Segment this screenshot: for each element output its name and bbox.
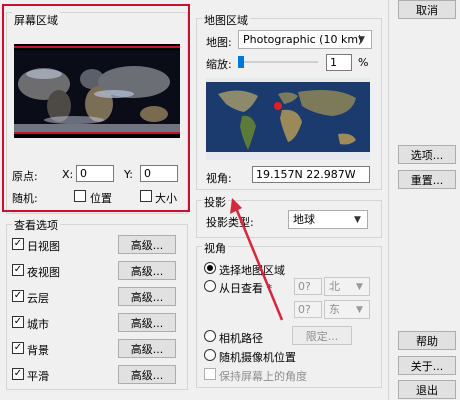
annotation-arrow [230, 198, 284, 321]
arrow-shaft [234, 207, 284, 321]
arrow-head [230, 198, 242, 214]
